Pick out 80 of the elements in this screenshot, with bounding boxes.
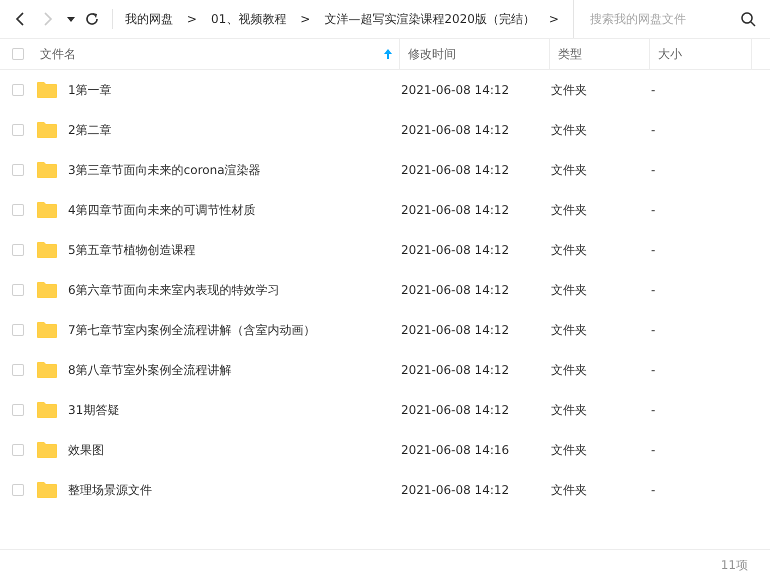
modified-time: 2021-06-08 14:12 (400, 243, 510, 257)
file-size: - (650, 283, 656, 297)
checkbox[interactable] (12, 444, 24, 456)
file-name-link[interactable]: 6第六章节面向未来室内表现的特效学习 (68, 282, 280, 298)
file-size: - (650, 123, 656, 137)
checkbox[interactable] (12, 204, 24, 216)
breadcrumb-separator: > (186, 12, 197, 26)
file-type: 文件夹 (550, 82, 588, 98)
breadcrumb-link[interactable]: 我的网盘 (124, 10, 173, 28)
file-size: - (650, 83, 656, 97)
column-header[interactable]: 类型 (558, 46, 582, 62)
breadcrumb-link[interactable]: 文洋—超写实渲染课程2020版（完结） (324, 10, 535, 28)
modified-time: 2021-06-08 14:12 (400, 123, 510, 137)
column-header[interactable]: 大小 (658, 46, 682, 62)
file-name-link[interactable]: 1第一章 (68, 82, 112, 98)
file-name-link[interactable]: 整理场景源文件 (68, 482, 152, 498)
modified-time: 2021-06-08 14:16 (400, 443, 510, 457)
file-type: 文件夹 (550, 202, 588, 218)
file-name-link[interactable]: 5第五章节植物创造课程 (68, 242, 196, 258)
item-count: 11项 (720, 556, 748, 574)
folder-icon (36, 321, 58, 339)
folder-icon (36, 481, 58, 499)
checkbox[interactable] (12, 48, 24, 60)
folder-icon (36, 401, 58, 419)
file-type: 文件夹 (550, 482, 588, 498)
file-name-link[interactable]: 8第八章节室外案例全流程讲解 (68, 362, 232, 378)
file-type: 文件夹 (550, 242, 588, 258)
checkbox[interactable] (12, 364, 24, 376)
file-name-link[interactable]: 效果图 (68, 442, 104, 458)
modified-time: 2021-06-08 14:12 (400, 363, 510, 377)
file-size: - (650, 483, 656, 497)
file-size: - (650, 363, 656, 377)
folder-icon (36, 201, 58, 219)
breadcrumb-separator: > (548, 12, 559, 26)
file-size: - (650, 163, 656, 177)
modified-time: 2021-06-08 14:12 (400, 483, 510, 497)
folder-icon (36, 121, 58, 139)
up-arrow-icon[interactable] (383, 48, 393, 60)
file-size: - (650, 203, 656, 217)
breadcrumb-separator: > (300, 12, 310, 26)
checkbox[interactable] (12, 404, 24, 416)
file-size: - (650, 243, 656, 257)
file-size: - (650, 323, 656, 337)
modified-time: 2021-06-08 14:12 (400, 323, 510, 337)
folder-icon (36, 441, 58, 459)
file-type: 文件夹 (550, 122, 588, 138)
column-header[interactable]: 文件名 (40, 46, 76, 62)
folder-icon (36, 241, 58, 259)
file-type: 文件夹 (550, 362, 588, 378)
folder-icon (36, 81, 58, 99)
checkbox[interactable] (12, 324, 24, 336)
checkbox[interactable] (12, 124, 24, 136)
file-size: - (650, 443, 656, 457)
file-type: 文件夹 (550, 282, 588, 298)
modified-time: 2021-06-08 14:12 (400, 203, 510, 217)
file-name-link[interactable]: 2第二章 (68, 122, 112, 138)
checkbox[interactable] (12, 284, 24, 296)
breadcrumb-link[interactable]: 01、视频教程 (210, 10, 286, 28)
file-type: 文件夹 (550, 402, 588, 418)
folder-icon (36, 361, 58, 379)
modified-time: 2021-06-08 14:12 (400, 163, 510, 177)
file-name-link[interactable]: 3第三章节面向未来的corona渲染器 (68, 162, 261, 178)
file-type: 文件夹 (550, 442, 588, 458)
folder-icon (36, 161, 58, 179)
file-name-link[interactable]: 7第七章节室内案例全流程讲解（含室内动画） (68, 322, 316, 338)
column-header[interactable]: 修改时间 (408, 46, 456, 62)
checkbox[interactable] (12, 244, 24, 256)
file-name-link[interactable]: 4第四章节面向未来的可调节性材质 (68, 202, 256, 218)
folder-icon (36, 281, 58, 299)
modified-time: 2021-06-08 14:12 (400, 403, 510, 417)
checkbox[interactable] (12, 84, 24, 96)
file-name-link[interactable]: 31期答疑 (68, 402, 120, 418)
checkbox[interactable] (12, 484, 24, 496)
modified-time: 2021-06-08 14:12 (400, 83, 510, 97)
modified-time: 2021-06-08 14:12 (400, 283, 510, 297)
file-type: 文件夹 (550, 322, 588, 338)
checkbox[interactable] (12, 164, 24, 176)
search-icon[interactable] (740, 11, 756, 27)
file-type: 文件夹 (550, 162, 588, 178)
file-size: - (650, 403, 656, 417)
